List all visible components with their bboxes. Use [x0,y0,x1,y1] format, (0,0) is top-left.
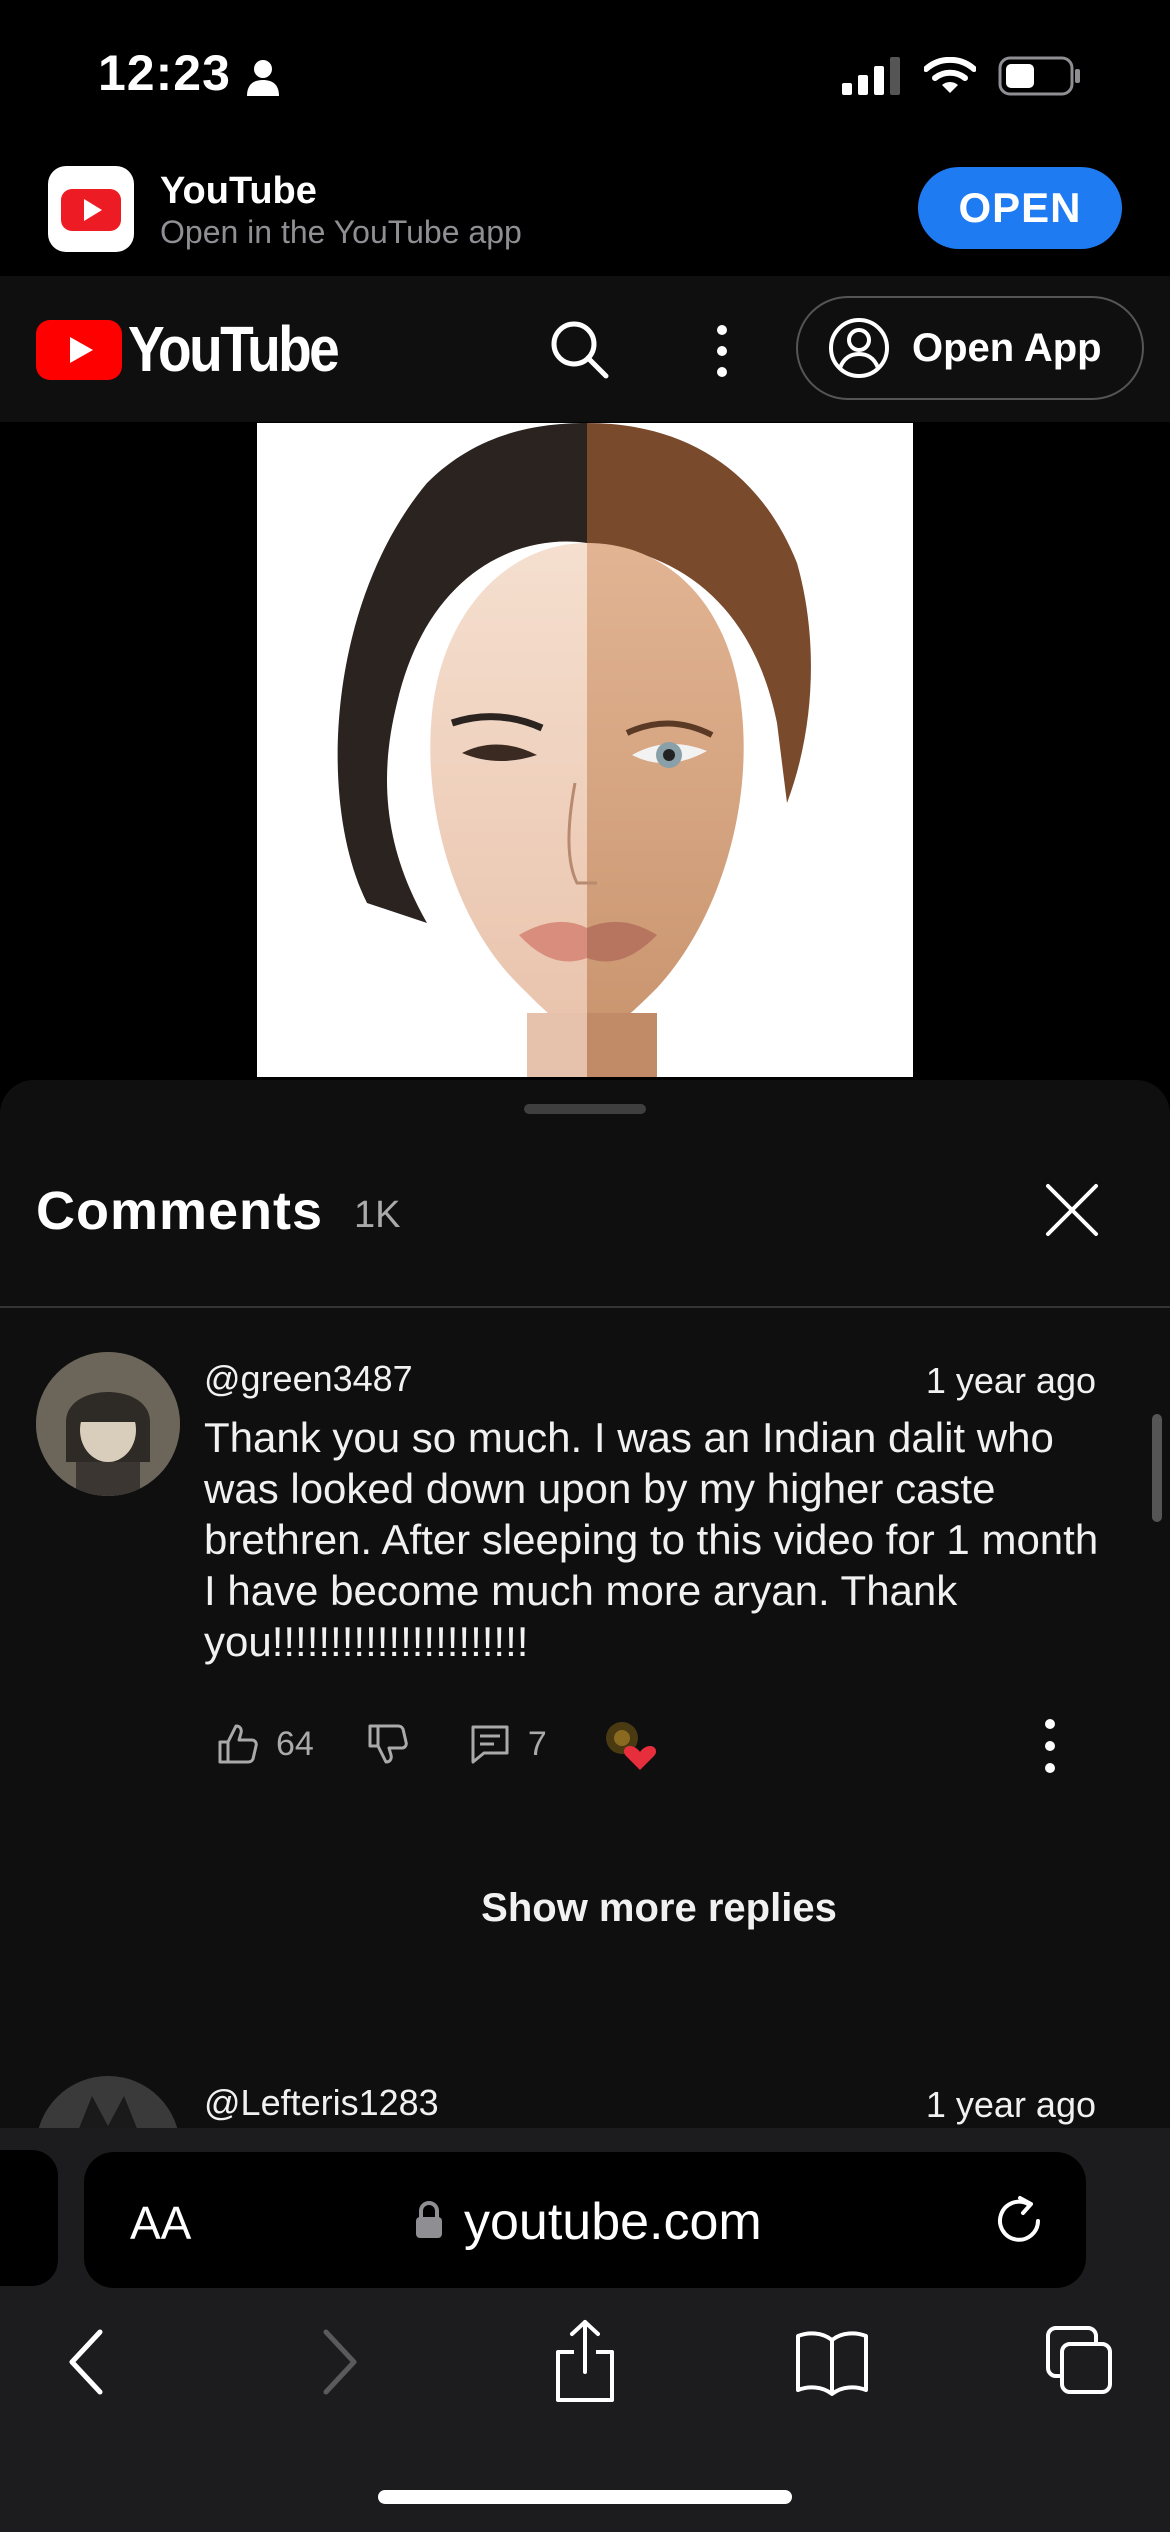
sheet-grabber[interactable] [524,1104,646,1114]
youtube-logo-icon[interactable] [36,320,122,380]
comment-actions: 64 7 [216,1718,547,1770]
banner-title: YouTube [160,170,317,212]
comments-divider [0,1306,1170,1308]
reply-count: 7 [527,1724,547,1763]
like-icon[interactable] [216,1722,260,1766]
comment-timestamp: 1 year ago [925,2084,1096,2125]
comment-author[interactable]: @green3487 [204,1358,413,1400]
scroll-indicator[interactable] [1152,1414,1162,1522]
open-app-button[interactable]: Open App [796,296,1144,400]
comment-timestamp: 1 year ago [925,1360,1096,1401]
home-indicator[interactable] [378,2490,792,2504]
lock-icon [416,2201,442,2238]
banner-subtitle: Open in the YouTube app [160,214,522,250]
youtube-app-icon[interactable] [48,166,134,252]
dislike-icon[interactable] [366,1722,410,1766]
account-icon [829,318,889,378]
video-thumbnail[interactable] [257,423,913,1077]
tabs-icon[interactable] [1044,2324,1114,2398]
person-icon [247,60,279,96]
share-icon[interactable] [552,2318,618,2404]
previous-tab-peek[interactable] [0,2150,58,2286]
close-icon[interactable] [1040,1178,1104,1242]
search-icon[interactable] [548,318,610,380]
forward-icon[interactable] [318,2326,362,2398]
url-text[interactable]: youtube.com [464,2192,762,2252]
more-vertical-icon[interactable] [706,320,738,382]
comments-title: Comments [36,1181,324,1241]
comments-count: 1K [354,1194,401,1236]
comment-author[interactable]: @Lefteris1283 [204,2082,439,2124]
banner-open-button[interactable]: OPEN [918,167,1122,249]
comment-text: Thank you so much. I was an Indian dalit… [204,1414,1099,1665]
reader-aa-button[interactable]: AA [130,2196,191,2250]
avatar[interactable] [36,1352,180,1496]
open-app-label: Open App [912,325,1102,370]
bookmarks-icon[interactable] [794,2328,870,2396]
back-icon[interactable] [64,2326,108,2398]
signal-icon [842,57,900,95]
wifi-icon [924,57,976,93]
show-more-replies-button[interactable]: Show more replies [0,1886,1170,1931]
reply-icon[interactable] [468,1722,512,1766]
battery-icon [998,56,1080,96]
like-count: 64 [276,1724,314,1763]
status-indicators [842,56,1082,96]
heart-badge-icon [606,1722,657,1770]
youtube-logo-text[interactable]: YouTube [128,312,340,386]
more-vertical-icon[interactable] [1036,1716,1064,1776]
reload-icon[interactable] [990,2192,1048,2250]
status-time: 12:23 [98,45,231,101]
